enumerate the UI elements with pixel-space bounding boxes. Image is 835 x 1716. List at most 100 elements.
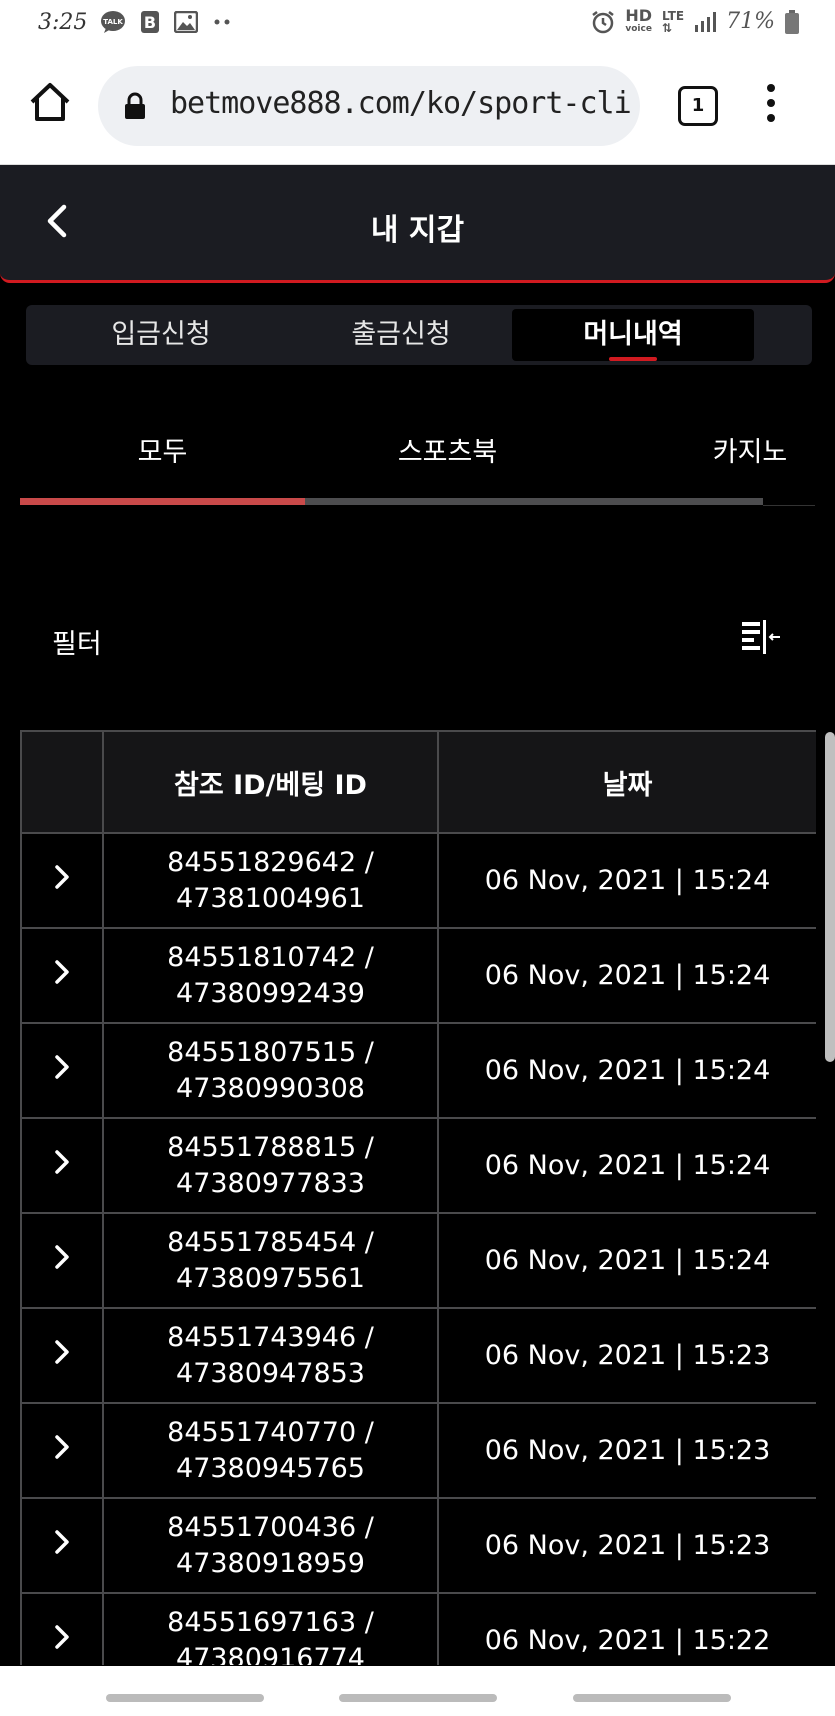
money-history-table: 참조 ID/베팅 ID 날짜 84551829642 / 47381004961 0… (20, 730, 816, 1665)
table-header-row: 참조 ID/베팅 ID 날짜 (20, 730, 816, 834)
row-expand-cell[interactable] (20, 1212, 104, 1309)
signal-icon (695, 11, 717, 32)
header-date: 날짜 (437, 730, 816, 834)
chevron-right-icon[interactable] (52, 1433, 72, 1461)
tab-deposit[interactable]: 입금신청 (56, 305, 266, 365)
sub-tabs: 모두 스포츠북 카지노 (20, 420, 815, 500)
url-field[interactable]: betmove888.com/ko/sport-cli (98, 66, 640, 146)
ref-id: 84551743946 / (167, 1321, 374, 1353)
chevron-right-icon[interactable] (52, 1243, 72, 1271)
bet-id: 47380975561 (176, 1262, 365, 1294)
table-row[interactable]: 84551810742 / 47380992439 06 Nov, 2021 | 1… (20, 927, 816, 1024)
bet-id: 47380918959 (176, 1547, 365, 1579)
ref-bet-id-cell: 84551810742 / 47380992439 (102, 927, 439, 1024)
nav-bar (0, 1666, 835, 1716)
table-row[interactable]: 84551700436 / 47380918959 06 Nov, 2021 | 1… (20, 1497, 816, 1594)
row-expand-cell[interactable] (20, 1497, 104, 1594)
ref-id: 84551829642 / (167, 846, 374, 878)
filter-collapse-icon[interactable] (740, 618, 784, 658)
date-cell: 06 Nov, 2021 | 15:24 (437, 832, 816, 929)
table-row[interactable]: 84551788815 / 47380977833 06 Nov, 2021 | 1… (20, 1117, 816, 1214)
bet-id: 47380947853 (176, 1357, 365, 1389)
lte-label: LTE ⇅ (662, 8, 685, 35)
battery-text: 71% (726, 9, 775, 34)
row-expand-cell[interactable] (20, 1117, 104, 1214)
row-expand-cell[interactable] (20, 1592, 104, 1665)
ref-bet-id-cell: 84551700436 / 47380918959 (102, 1497, 439, 1594)
sub-tab-casino[interactable]: 카지노 (640, 430, 835, 469)
sub-tab-divider (763, 505, 815, 506)
url-text: betmove888.com/ko/sport-cli (170, 86, 632, 121)
bet-id: 47380945765 (176, 1452, 365, 1484)
table-row[interactable]: 84551743946 / 47380947853 06 Nov, 2021 | 1… (20, 1307, 816, 1404)
chevron-right-icon[interactable] (52, 1623, 72, 1651)
tab-withdraw[interactable]: 출금신청 (296, 305, 506, 365)
nav-pill-left[interactable] (106, 1694, 264, 1702)
system-icons: HD voice LTE ⇅ 71% (591, 8, 799, 35)
battery-icon (785, 9, 799, 34)
filter-label[interactable]: 필터 (52, 622, 102, 661)
date-cell: 06 Nov, 2021 | 15:24 (437, 1212, 816, 1309)
table-row[interactable]: 84551785454 / 47380975561 06 Nov, 2021 | 1… (20, 1212, 816, 1309)
home-icon[interactable] (28, 80, 72, 124)
more-dots-icon (214, 19, 230, 25)
table-row[interactable]: 84551807515 / 47380990308 06 Nov, 2021 | 1… (20, 1022, 816, 1119)
ref-id: 84551697163 / (167, 1606, 374, 1638)
ref-id: 84551700436 / (167, 1511, 374, 1543)
status-bar: 3:25 TALK B HD voice LTE ⇅ 71% (0, 0, 835, 48)
gallery-icon (174, 11, 198, 33)
menu-kebab-icon[interactable] (766, 84, 776, 124)
row-expand-cell[interactable] (20, 832, 104, 929)
nav-pill-center[interactable] (339, 1694, 497, 1702)
svg-text:TALK: TALK (103, 18, 123, 26)
chevron-right-icon[interactable] (52, 863, 72, 891)
bet-id: 47380990308 (176, 1072, 365, 1104)
row-expand-cell[interactable] (20, 1402, 104, 1499)
alarm-icon (592, 10, 615, 33)
table-row[interactable]: 84551829642 / 47381004961 06 Nov, 2021 | 1… (20, 832, 816, 929)
date-cell: 06 Nov, 2021 | 15:22 (437, 1592, 816, 1665)
ref-bet-id-cell: 84551788815 / 47380977833 (102, 1117, 439, 1214)
scrollbar[interactable] (825, 732, 835, 1062)
sub-tab-sportsbook[interactable]: 스포츠북 (305, 430, 590, 469)
date-cell: 06 Nov, 2021 | 15:23 (437, 1402, 816, 1499)
ref-id: 84551807515 / (167, 1036, 374, 1068)
chevron-right-icon[interactable] (52, 1338, 72, 1366)
chevron-right-icon[interactable] (52, 958, 72, 986)
ref-bet-id-cell: 84551829642 / 47381004961 (102, 832, 439, 929)
ref-bet-id-cell: 84551785454 / 47380975561 (102, 1212, 439, 1309)
hd-voice-label: HD voice (625, 6, 653, 35)
notification-icons: TALK B (100, 10, 232, 34)
tab-money-history[interactable]: 머니내역 (512, 309, 754, 361)
page-title: 내 지갑 (370, 213, 465, 248)
chevron-right-icon[interactable] (52, 1528, 72, 1556)
sub-tab-indicator (20, 498, 305, 505)
header-ref-id: 참조 ID/베팅 ID (102, 730, 439, 834)
date-cell: 06 Nov, 2021 | 15:24 (437, 1022, 816, 1119)
date-cell: 06 Nov, 2021 | 15:24 (437, 927, 816, 1024)
row-expand-cell[interactable] (20, 1022, 104, 1119)
ref-id: 84551810742 / (167, 941, 374, 973)
table-row[interactable]: 84551740770 / 47380945765 06 Nov, 2021 | 1… (20, 1402, 816, 1499)
b-app-icon: B (141, 11, 159, 33)
header-expand (20, 730, 104, 834)
status-time: 3:25 (38, 10, 88, 35)
browser-toolbar: betmove888.com/ko/sport-cli 1 (0, 48, 835, 165)
ref-bet-id-cell: 84551807515 / 47380990308 (102, 1022, 439, 1119)
date-cell: 06 Nov, 2021 | 15:23 (437, 1497, 816, 1594)
nav-pill-right[interactable] (573, 1694, 731, 1702)
chevron-right-icon[interactable] (52, 1053, 72, 1081)
bet-id: 47381004961 (176, 882, 365, 914)
sub-tab-all[interactable]: 모두 (20, 430, 305, 469)
date-cell: 06 Nov, 2021 | 15:23 (437, 1307, 816, 1404)
ref-id: 84551785454 / (167, 1226, 374, 1258)
table-row[interactable]: 84551697163 / 47380916774 06 Nov, 2021 | 1… (20, 1592, 816, 1665)
ref-bet-id-cell: 84551743946 / 47380947853 (102, 1307, 439, 1404)
row-expand-cell[interactable] (20, 1307, 104, 1404)
ref-id: 84551788815 / (167, 1131, 374, 1163)
chevron-right-icon[interactable] (52, 1148, 72, 1176)
tab-switcher-button[interactable]: 1 (678, 86, 718, 126)
ref-id: 84551740770 / (167, 1416, 374, 1448)
lock-icon (125, 92, 145, 119)
row-expand-cell[interactable] (20, 927, 104, 1024)
